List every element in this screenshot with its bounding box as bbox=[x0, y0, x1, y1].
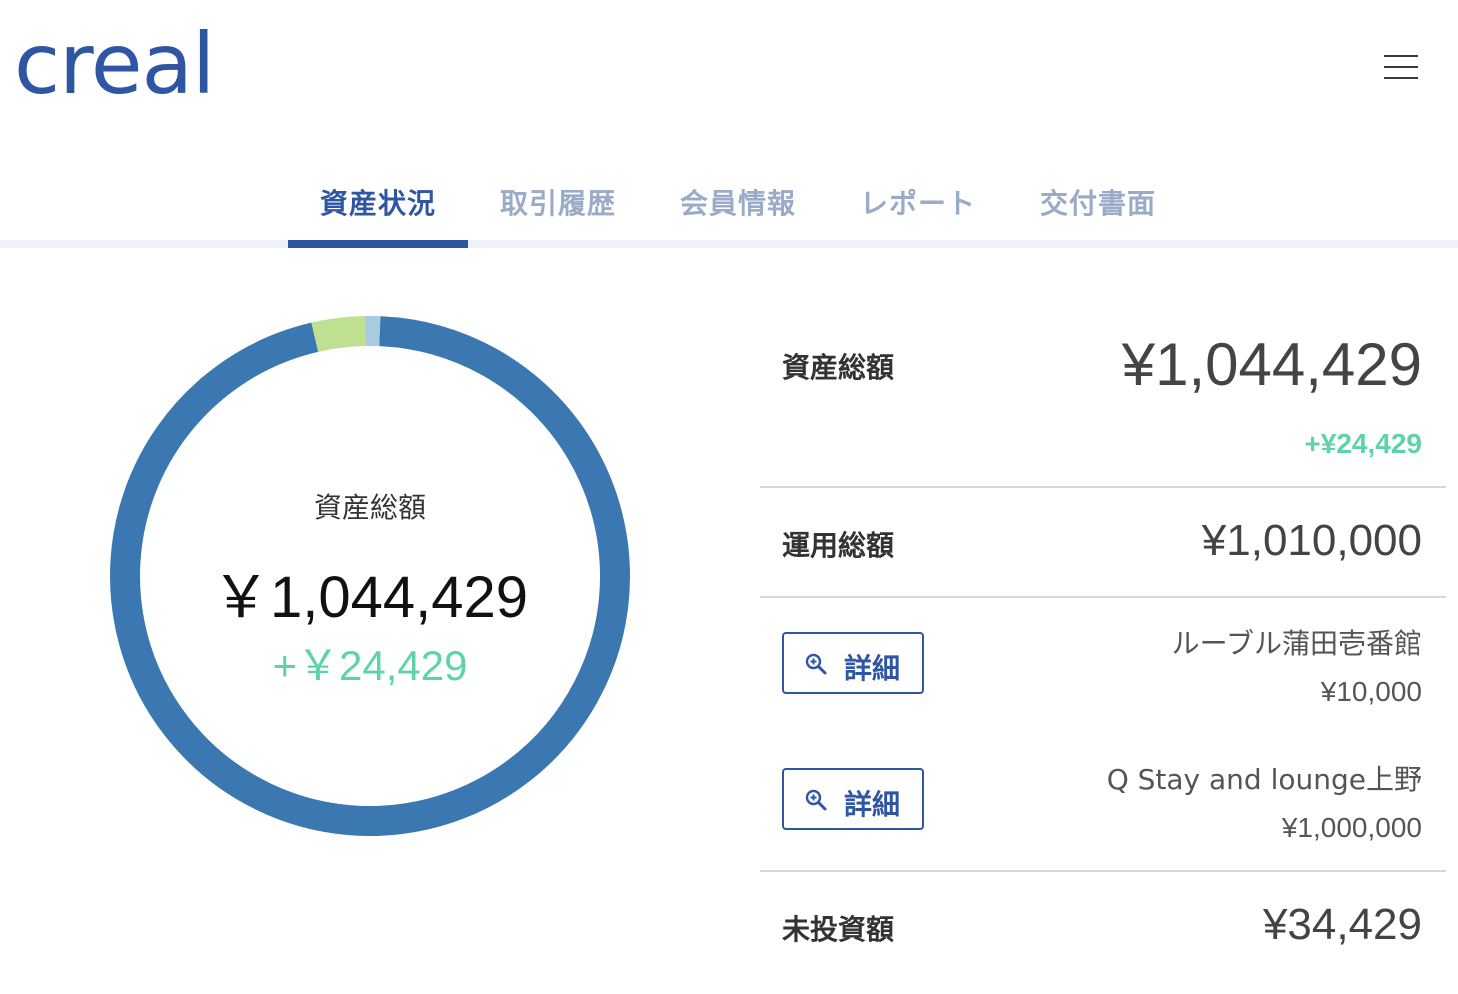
donut-center: 資産総額 ￥1,044,429 +￥24,429 bbox=[108, 314, 632, 838]
menu-line bbox=[1384, 77, 1418, 79]
creal-logo[interactable]: creal bbox=[14, 22, 215, 106]
uninvested-value: ¥34,429 bbox=[1262, 900, 1422, 949]
holding-amount: ¥10,000 bbox=[1320, 676, 1422, 707]
holding-detail-button[interactable]: 詳細 bbox=[782, 768, 924, 830]
tab-documents[interactable]: 交付書面 bbox=[1008, 182, 1188, 248]
holding-amount: ¥1,000,000 bbox=[1281, 812, 1422, 843]
tab-label: レポート bbox=[859, 187, 976, 220]
menu-line bbox=[1384, 66, 1418, 68]
donut-total-label: 資産総額 bbox=[313, 491, 426, 524]
zoom-in-icon bbox=[805, 653, 827, 675]
holding-name: ルーブル蒲田壱番館 bbox=[1171, 627, 1422, 660]
menu-line bbox=[1384, 55, 1418, 57]
uninvested-label: 未投資額 bbox=[782, 913, 895, 946]
total-gain-value: +¥24,429 bbox=[1304, 428, 1422, 459]
zoom-in-icon bbox=[805, 789, 827, 811]
divider bbox=[760, 870, 1446, 872]
detail-button-label: 詳細 bbox=[844, 788, 901, 821]
detail-button-label: 詳細 bbox=[844, 652, 901, 685]
tab-report[interactable]: レポート bbox=[828, 182, 1008, 248]
total-assets-value: ¥1,044,429 bbox=[1121, 331, 1422, 398]
holding-detail-button[interactable]: 詳細 bbox=[782, 632, 924, 694]
tab-asset-status[interactable]: 資産状況 bbox=[288, 182, 468, 248]
tab-member-info[interactable]: 会員情報 bbox=[648, 182, 828, 248]
donut-gain-value: +￥24,429 bbox=[272, 642, 468, 689]
invested-total-label: 運用総額 bbox=[782, 529, 895, 562]
divider bbox=[760, 596, 1446, 598]
divider bbox=[760, 486, 1446, 488]
invested-total-value: ¥1,010,000 bbox=[1201, 516, 1422, 565]
tab-transaction-history[interactable]: 取引履歴 bbox=[468, 182, 648, 248]
tab-label: 交付書面 bbox=[1039, 187, 1156, 220]
tab-label: 取引履歴 bbox=[499, 187, 616, 220]
tab-label: 会員情報 bbox=[679, 187, 796, 220]
holding-name: Q Stay and lounge上野 bbox=[1106, 763, 1422, 796]
hamburger-menu-icon[interactable] bbox=[1384, 55, 1418, 81]
total-assets-label: 資産総額 bbox=[782, 351, 895, 384]
tab-label: 資産状況 bbox=[319, 187, 436, 220]
main-tabs: 資産状況 取引履歴 会員情報 レポート 交付書面 bbox=[0, 168, 1458, 248]
active-tab-underline bbox=[288, 240, 468, 248]
asset-donut-chart: 資産総額 ￥1,044,429 +￥24,429 bbox=[108, 314, 632, 838]
donut-total-value: ￥1,044,429 bbox=[211, 565, 529, 630]
